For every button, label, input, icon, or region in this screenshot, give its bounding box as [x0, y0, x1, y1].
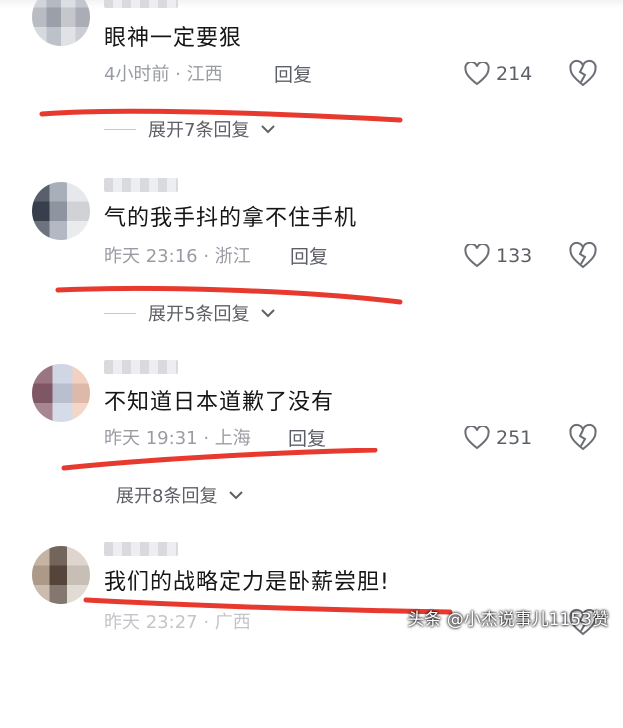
heart-icon — [464, 62, 490, 86]
comment-item: 眼神一定要狠 4小时前 · 江西 回复 214 展开7条回复 — [0, 0, 623, 182]
like-button[interactable]: 133 — [464, 242, 532, 270]
like-count: 133 — [496, 245, 533, 267]
watermark: 头条 @小杰说事儿1153赞 — [407, 610, 609, 630]
highlight-underline — [39, 108, 403, 123]
chevron-down-icon — [261, 309, 276, 318]
chevron-down-icon — [229, 491, 244, 500]
reply-button[interactable]: 回复 — [290, 244, 328, 270]
username-blurred[interactable] — [104, 360, 178, 374]
avatar[interactable] — [32, 546, 90, 604]
comment-meta: 4小时前 · 江西 — [104, 64, 223, 85]
reply-button[interactable]: 回复 — [274, 62, 312, 88]
heart-icon — [464, 244, 490, 268]
comment-item: 不知道日本道歉了没有 昨天 19:31 · 上海 回复 251 展开8条回复 — [0, 360, 623, 546]
broken-heart-icon[interactable] — [568, 59, 598, 89]
reply-button[interactable]: 回复 — [288, 426, 326, 452]
comment-item: 气的我手抖的拿不住手机 昨天 23:16 · 浙江 回复 133 展开5条回复 — [0, 178, 623, 364]
like-count: 251 — [496, 427, 533, 449]
like-button[interactable]: 214 — [464, 60, 532, 88]
like-count: 214 — [496, 63, 533, 85]
avatar[interactable] — [32, 0, 90, 46]
username-blurred[interactable] — [104, 0, 178, 8]
broken-heart-icon[interactable] — [568, 423, 598, 453]
comment-item: 我们的战略定力是卧薪尝胆! 昨天 23:27 · 广西 — [0, 542, 623, 728]
expand-replies-label: 展开5条回复 — [148, 304, 250, 325]
comment-meta: 昨天 19:31 · 上海 — [104, 428, 251, 449]
comment-meta: 昨天 23:16 · 浙江 — [104, 246, 251, 267]
comment-text: 气的我手抖的拿不住手机 — [104, 206, 358, 231]
broken-heart-icon[interactable] — [568, 241, 598, 271]
divider — [104, 128, 136, 130]
comment-meta: 昨天 23:27 · 广西 — [104, 612, 251, 633]
expand-replies-label: 展开7条回复 — [148, 120, 250, 141]
divider — [104, 312, 136, 314]
avatar[interactable] — [32, 364, 90, 422]
username-blurred[interactable] — [104, 178, 178, 192]
comment-text: 我们的战略定力是卧薪尝胆! — [104, 570, 390, 595]
expand-replies[interactable]: 展开5条回复 — [104, 300, 276, 326]
expand-replies-label: 展开8条回复 — [116, 486, 218, 507]
comment-text: 眼神一定要狠 — [104, 26, 243, 51]
username-blurred[interactable] — [104, 542, 178, 556]
comment-text: 不知道日本道歉了没有 — [104, 390, 335, 415]
highlight-underline — [61, 448, 378, 471]
heart-icon — [464, 426, 490, 450]
avatar[interactable] — [32, 182, 90, 240]
expand-replies[interactable]: 展开8条回复 — [104, 482, 244, 508]
chevron-down-icon — [261, 125, 276, 134]
expand-replies[interactable]: 展开7条回复 — [104, 116, 276, 142]
like-button[interactable]: 251 — [464, 424, 532, 452]
highlight-underline — [55, 286, 403, 305]
